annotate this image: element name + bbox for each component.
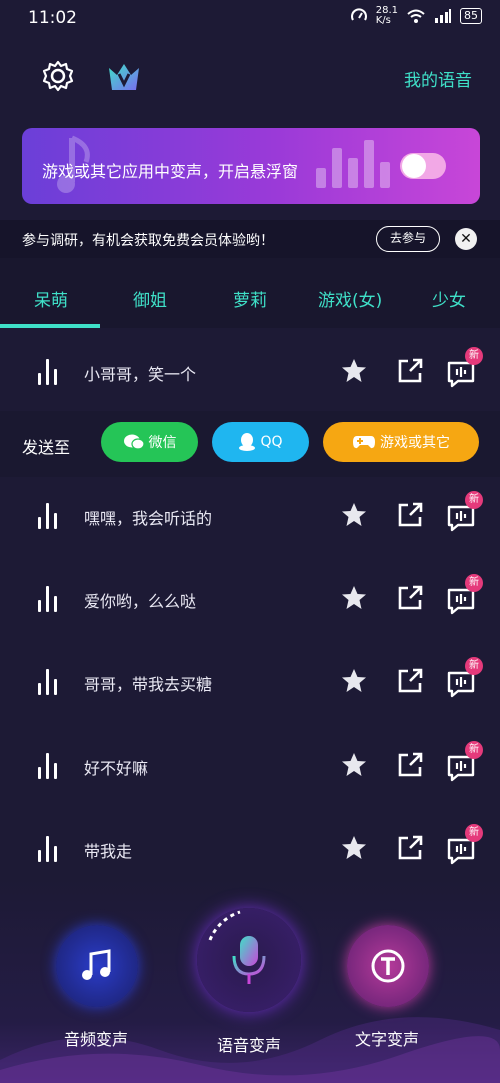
- floating-window-banner: 游戏或其它应用中变声，开启悬浮窗: [22, 128, 480, 204]
- share-icon[interactable]: [396, 357, 424, 385]
- send-qq-button[interactable]: QQ: [212, 422, 309, 462]
- send-to-label: 发送至: [22, 438, 71, 457]
- send-wechat-button[interactable]: 微信: [101, 422, 198, 462]
- games-label: 游戏或其它: [380, 435, 450, 451]
- new-badge: 新: [465, 491, 483, 509]
- network-speed: 28.1 K/s: [375, 5, 398, 26]
- gear-icon[interactable]: [40, 58, 76, 94]
- bottom-nav: 音频变声 语音变声 文字变声: [0, 880, 500, 1083]
- voice-bars-icon: [38, 503, 60, 529]
- voice-item[interactable]: 带我走 新: [0, 810, 500, 888]
- star-icon[interactable]: [340, 501, 368, 529]
- qq-label: QQ: [260, 434, 283, 450]
- tab-game-female[interactable]: 游戏(女): [318, 286, 382, 311]
- voice-item[interactable]: 小哥哥，笑一个 新: [0, 333, 500, 411]
- survey-text: 参与调研，有机会获取免费会员体验哟！: [22, 233, 274, 249]
- join-survey-button[interactable]: 去参与: [376, 226, 440, 252]
- voice-item-title: 爱你哟，么么哒: [84, 592, 197, 611]
- text-t-icon: [371, 949, 405, 983]
- voice-item[interactable]: 嘿嘿，我会听话的 新: [0, 477, 500, 555]
- star-icon[interactable]: [340, 667, 368, 695]
- status-icons: 28.1 K/s 85: [350, 6, 482, 26]
- voice-item[interactable]: 哥哥，带我去买糖 新: [0, 643, 500, 721]
- vip-crown-icon[interactable]: [106, 60, 142, 94]
- voice-item[interactable]: 好不好嘛 新: [0, 727, 500, 805]
- voice-change-label: 语音变声: [217, 1036, 282, 1055]
- send-games-button[interactable]: 游戏或其它: [323, 422, 479, 462]
- voice-item-title: 好不好嘛: [84, 759, 149, 778]
- signal-icon: [435, 9, 451, 23]
- banner-text: 游戏或其它应用中变声，开启悬浮窗: [42, 162, 299, 181]
- share-icon[interactable]: [396, 751, 424, 779]
- share-icon[interactable]: [396, 584, 424, 612]
- voice-item-title: 小哥哥，笑一个: [84, 365, 197, 384]
- tab-yujie[interactable]: 御姐: [133, 286, 167, 311]
- wechat-label: 微信: [148, 435, 177, 451]
- tab-shaonv[interactable]: 少女: [432, 286, 466, 311]
- qq-icon: [239, 433, 256, 451]
- new-badge: 新: [465, 347, 483, 365]
- share-icon[interactable]: [396, 501, 424, 529]
- battery-indicator: 85: [460, 8, 482, 24]
- share-icon[interactable]: [396, 667, 424, 695]
- voice-bars-icon: [38, 836, 60, 862]
- share-icon[interactable]: [396, 834, 424, 862]
- tab-daimeng[interactable]: 呆萌: [34, 286, 68, 311]
- voice-bars-icon: [38, 753, 60, 779]
- equalizer-decoration: [316, 138, 390, 188]
- voice-bars-icon: [38, 586, 60, 612]
- voice-bars-icon: [38, 359, 60, 385]
- voice-bars-icon: [38, 669, 60, 695]
- floating-window-toggle[interactable]: [400, 153, 446, 179]
- new-badge: 新: [465, 741, 483, 759]
- star-icon[interactable]: [340, 357, 368, 385]
- wechat-icon: [123, 434, 145, 450]
- voice-item-title: 哥哥，带我去买糖: [84, 675, 213, 694]
- music-note-icon: [82, 949, 111, 980]
- star-icon[interactable]: [340, 834, 368, 862]
- gamepad-icon: [353, 436, 375, 449]
- close-icon[interactable]: ✕: [455, 228, 477, 250]
- status-time: 11:02: [28, 8, 77, 28]
- toggle-knob: [402, 154, 426, 178]
- text-change-button[interactable]: [347, 925, 429, 1007]
- category-tabs: 呆萌 御姐 萝莉 游戏(女) 少女: [0, 258, 500, 328]
- text-change-label: 文字变声: [355, 1030, 420, 1049]
- audio-change-button[interactable]: [56, 925, 138, 1007]
- audio-change-label: 音频变声: [64, 1030, 129, 1049]
- voice-item-title: 嘿嘿，我会听话的: [84, 509, 213, 528]
- status-bar: 11:02 28.1 K/s 85: [0, 0, 500, 38]
- tab-luoli[interactable]: 萝莉: [233, 286, 267, 311]
- tab-indicator: [0, 324, 100, 328]
- survey-bar: 参与调研，有机会获取免费会员体验哟！ 去参与 ✕: [0, 220, 500, 258]
- voice-item[interactable]: 爱你哟，么么哒 新: [0, 560, 500, 638]
- star-icon[interactable]: [340, 751, 368, 779]
- voice-item-title: 带我走: [84, 842, 133, 861]
- new-badge: 新: [465, 824, 483, 842]
- progress-arc: [208, 910, 241, 941]
- send-to-bar: 发送至 微信 QQ 游戏或其它: [0, 411, 500, 477]
- new-badge: 新: [465, 574, 483, 592]
- my-voice-link[interactable]: 我的语音: [404, 66, 472, 91]
- wifi-icon: [407, 9, 425, 23]
- speedometer-icon: [350, 8, 367, 21]
- star-icon[interactable]: [340, 584, 368, 612]
- new-badge: 新: [465, 657, 483, 675]
